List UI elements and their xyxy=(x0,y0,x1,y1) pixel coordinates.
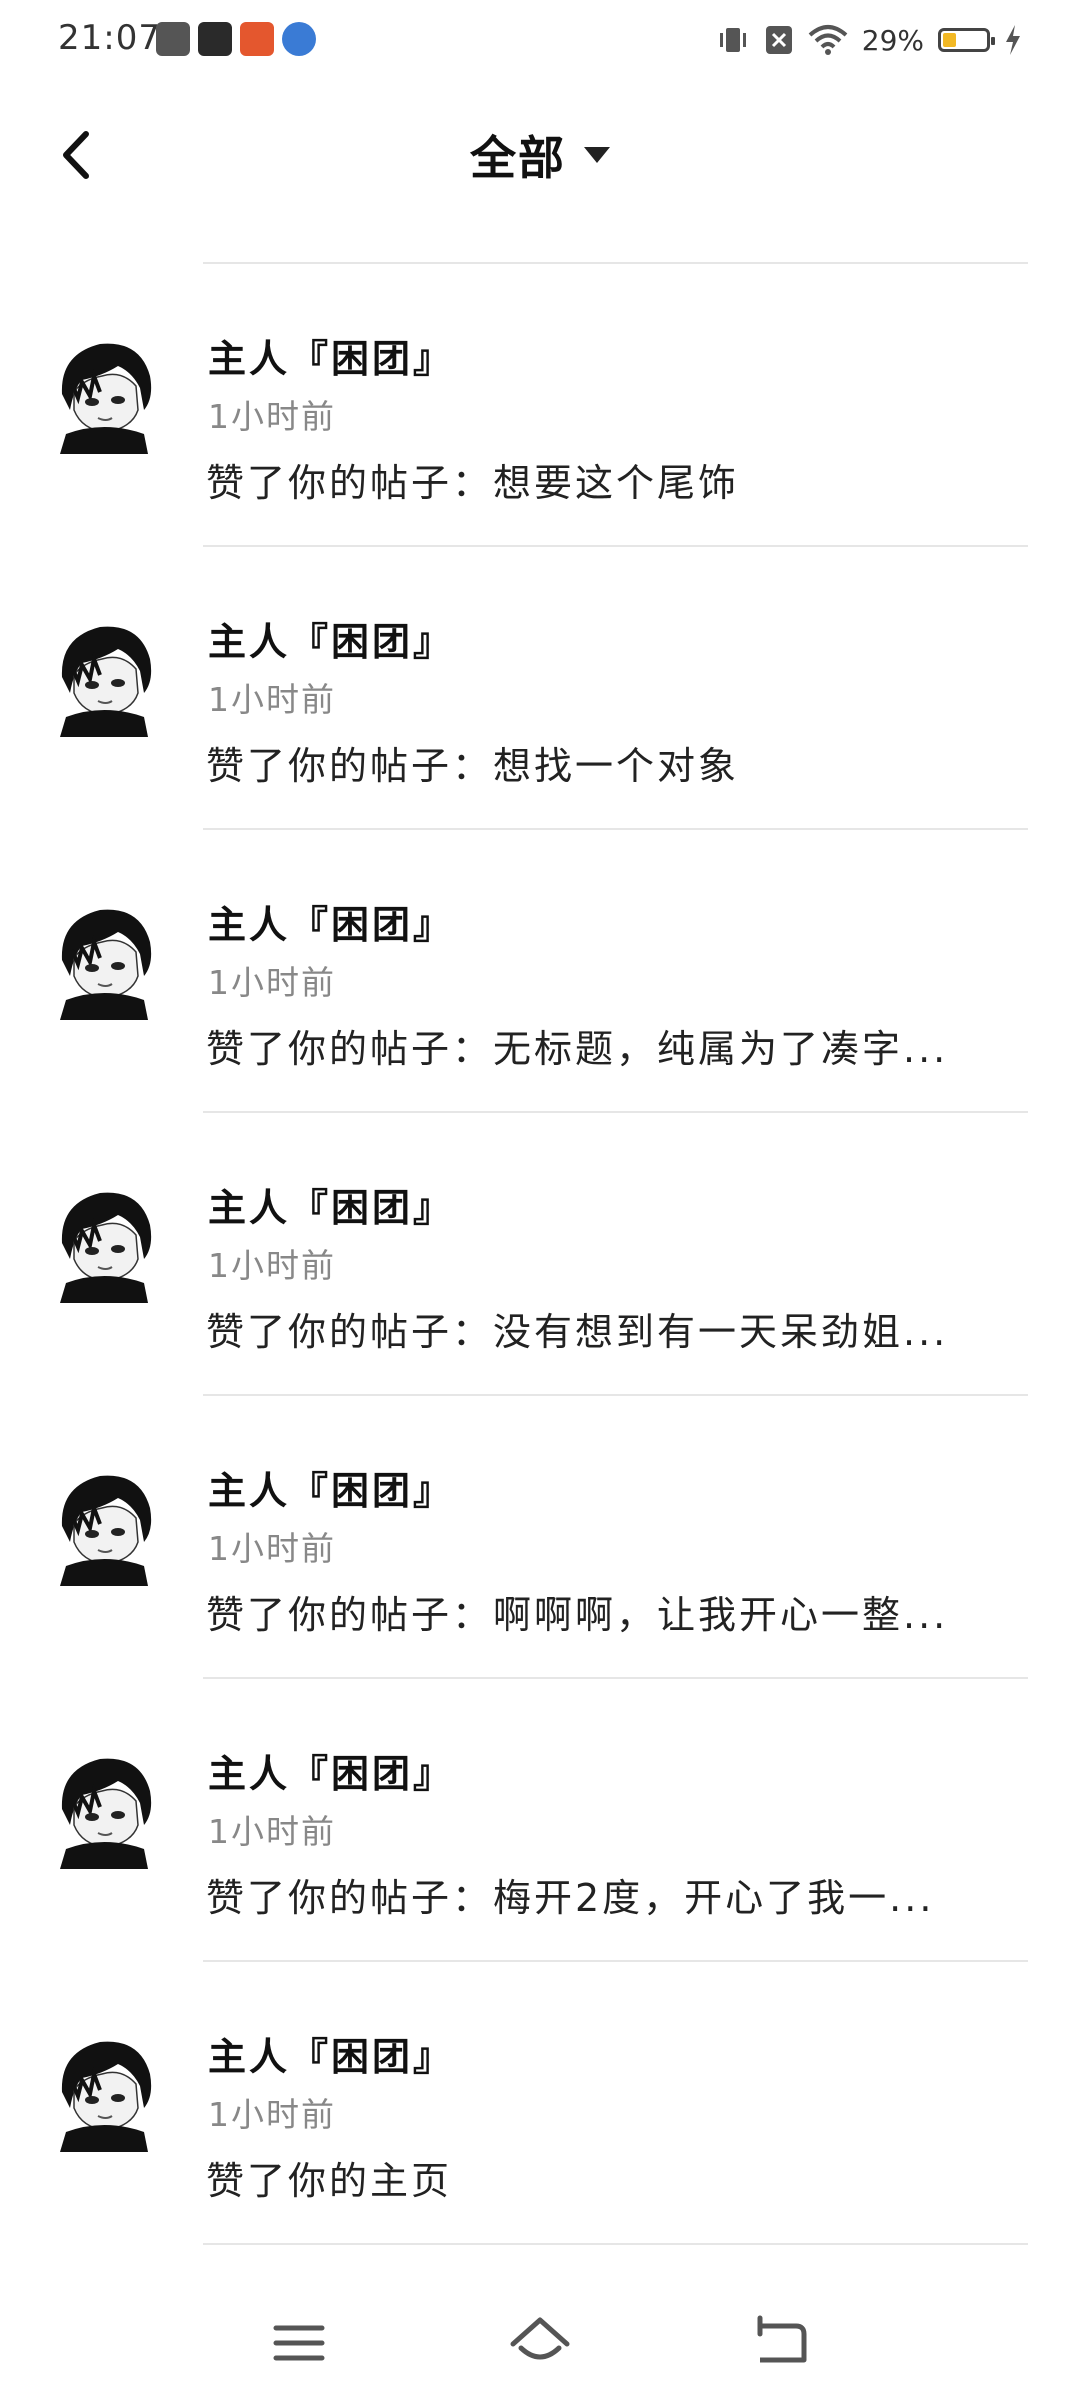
caret-down-icon xyxy=(584,147,610,163)
page-title: 全部 xyxy=(470,131,566,185)
notification-time: 1小时前 xyxy=(208,397,336,436)
status-right-group: 29% xyxy=(716,18,1022,62)
notification-item[interactable]: 主人『困团』 1小时前 赞了你的帖子：啊啊啊，让我开心一整... xyxy=(0,1396,1080,1679)
avatar[interactable] xyxy=(52,1751,156,1869)
notification-item[interactable]: 主人『困团』 1小时前 赞了你的帖子：梅开2度，开心了我一... xyxy=(0,1679,1080,1962)
filter-dropdown[interactable]: 全部 xyxy=(0,120,1080,190)
menu-button[interactable] xyxy=(264,2308,334,2378)
notification-content: 赞了你的主页 xyxy=(206,2159,453,2203)
notification-item[interactable]: 主人『困团』 1小时前 赞了你的主页 xyxy=(0,1962,1080,2245)
menu-icon xyxy=(273,2325,325,2361)
notification-time: 1小时前 xyxy=(208,963,336,1002)
notification-time: 1小时前 xyxy=(208,2095,336,2134)
battery-fill xyxy=(943,33,957,47)
vibrate-icon xyxy=(719,28,746,52)
avatar[interactable] xyxy=(52,1185,156,1303)
notification-item[interactable]: 主人『困团』 1小时前 赞了你的帖子：想要这个尾饰 xyxy=(0,264,1080,547)
sim-off-icon xyxy=(765,26,792,54)
notification-content: 赞了你的帖子：没有想到有一天呆劲姐... xyxy=(206,1310,949,1354)
notification-item[interactable]: 主人『困团』 1小时前 赞了你的帖子：无标题，纯属为了凑字... xyxy=(0,830,1080,1113)
app-icon-4 xyxy=(282,22,316,56)
user-name[interactable]: 主人『困团』 xyxy=(208,611,454,666)
battery-percent: 29% xyxy=(861,23,924,57)
user-name[interactable]: 主人『困团』 xyxy=(208,1177,454,1232)
app-icon-1 xyxy=(156,22,190,56)
notification-item[interactable]: 主人『困团』 1小时前 赞了你的帖子：没有想到有一天呆劲姐... xyxy=(0,1113,1080,1396)
notification-time: 1小时前 xyxy=(208,1812,336,1851)
notification-content: 赞了你的帖子：想要这个尾饰 xyxy=(206,461,740,505)
app-icon-3 xyxy=(240,22,274,56)
notification-time: 1小时前 xyxy=(208,1529,336,1568)
status-bar: 21:07 29% xyxy=(0,0,1080,80)
notification-content: 赞了你的帖子：无标题，纯属为了凑字... xyxy=(206,1027,949,1071)
user-name[interactable]: 主人『困团』 xyxy=(208,1743,454,1798)
avatar[interactable] xyxy=(52,336,156,454)
home-icon xyxy=(510,2317,570,2360)
navigation-bar xyxy=(0,2278,1080,2408)
avatar[interactable] xyxy=(52,1468,156,1586)
battery-icon xyxy=(938,28,995,52)
charging-icon xyxy=(1006,25,1020,55)
notification-content: 赞了你的帖子：啊啊啊，让我开心一整... xyxy=(206,1593,949,1637)
status-time: 21:07 xyxy=(58,18,161,58)
back-nav-button[interactable] xyxy=(746,2308,816,2378)
avatar[interactable] xyxy=(52,902,156,1020)
home-button[interactable] xyxy=(505,2308,575,2378)
back-icon xyxy=(757,2315,807,2363)
user-name[interactable]: 主人『困团』 xyxy=(208,328,454,383)
notification-item[interactable]: 主人『困团』 1小时前 赞了你的帖子：想找一个对象 xyxy=(0,547,1080,830)
notification-content: 赞了你的帖子：梅开2度，开心了我一... xyxy=(206,1876,935,1920)
avatar[interactable] xyxy=(52,619,156,737)
user-name[interactable]: 主人『困团』 xyxy=(208,1460,454,1515)
header: 全部 xyxy=(0,100,1080,210)
divider xyxy=(203,2243,1028,2245)
notification-list: 主人『困团』 1小时前 赞了你的帖子：想要这个尾饰 主人『困团』 1小时前 赞了… xyxy=(0,264,1080,2245)
user-name[interactable]: 主人『困团』 xyxy=(208,2026,454,2081)
app-icon-2 xyxy=(198,22,232,56)
user-name[interactable]: 主人『困团』 xyxy=(208,894,454,949)
notification-time: 1小时前 xyxy=(208,1246,336,1285)
avatar[interactable] xyxy=(52,2034,156,2152)
notification-time: 1小时前 xyxy=(208,680,336,719)
notification-content: 赞了你的帖子：想找一个对象 xyxy=(206,744,740,788)
wifi-icon xyxy=(808,25,848,55)
